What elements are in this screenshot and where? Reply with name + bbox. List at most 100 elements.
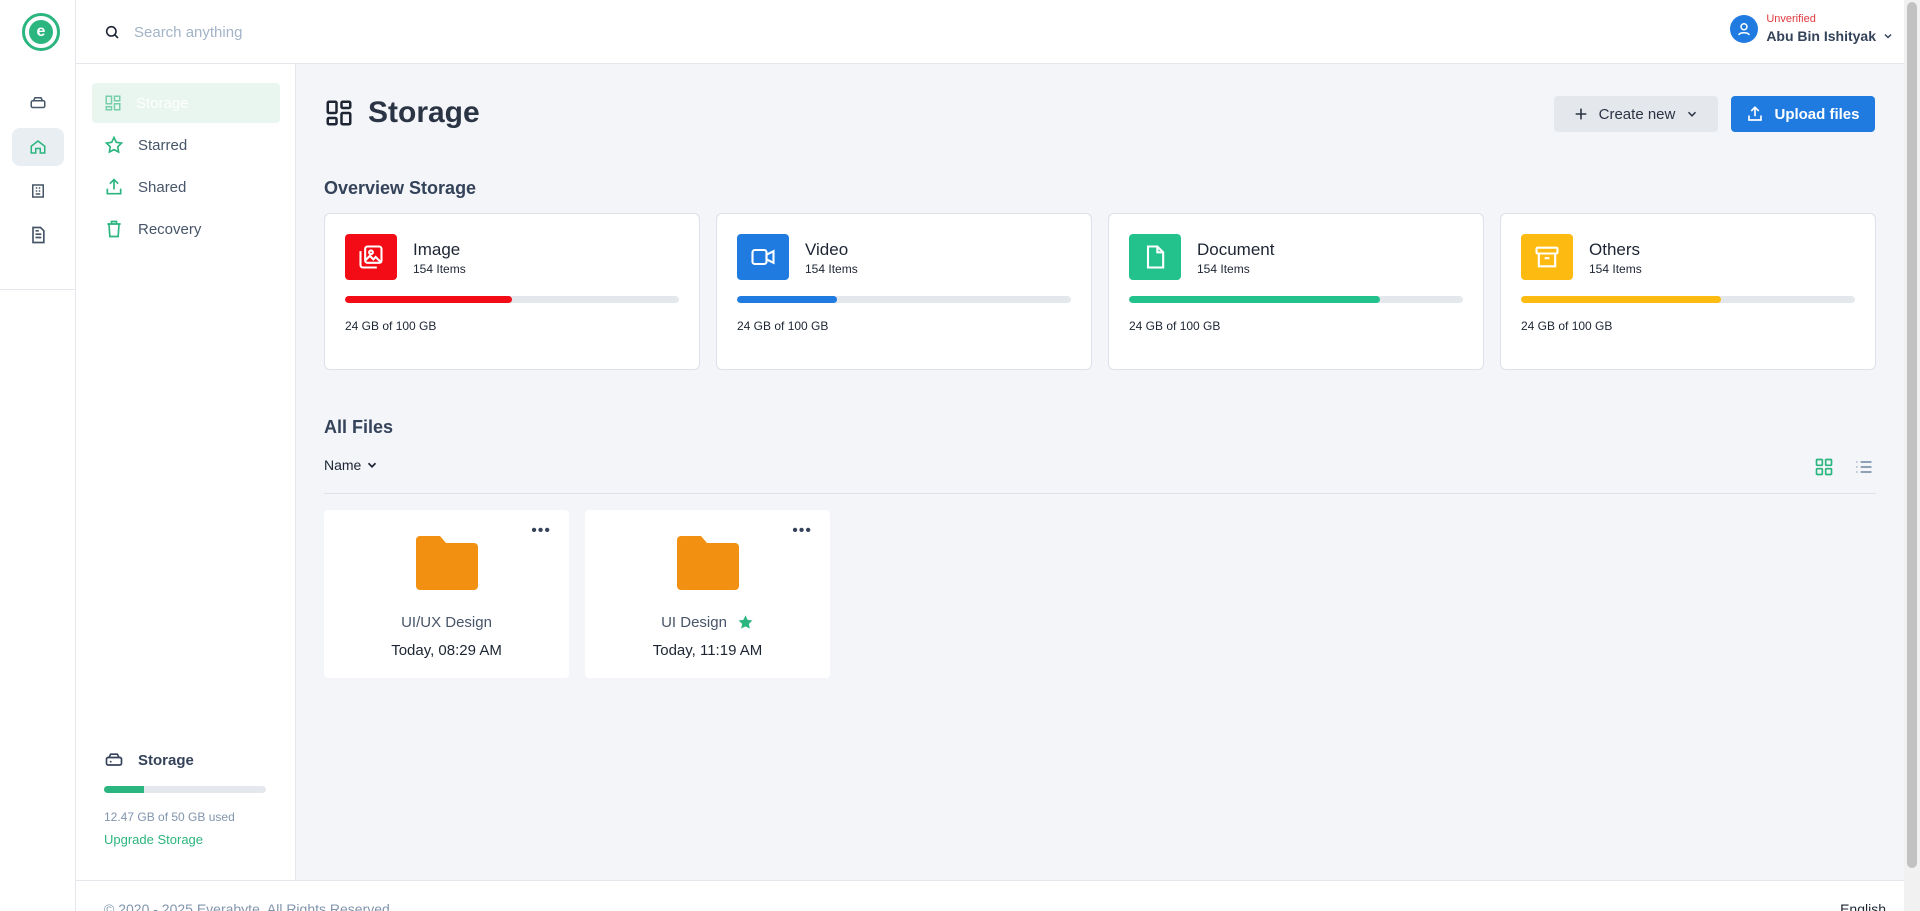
rail-drive-button[interactable]: [12, 84, 64, 122]
card-name: Others: [1589, 240, 1641, 259]
sidebar-item-label: Storage: [136, 94, 189, 112]
folder-card[interactable]: ••• UI Design Today, 11:19 AM: [585, 510, 830, 678]
share-icon: [106, 178, 122, 195]
sidebar-item-shared[interactable]: Shared: [92, 167, 280, 207]
chevron-down-icon: [368, 462, 377, 468]
list-view-icon: [1856, 461, 1872, 473]
rail-home-button[interactable]: [12, 128, 64, 166]
card-icon-box: [737, 234, 789, 280]
search-icon: [105, 25, 119, 39]
card-icon-box: [345, 234, 397, 280]
folder-name-row: UI Design: [585, 614, 830, 631]
more-options-button[interactable]: •••: [792, 522, 812, 540]
user-name-row: Abu Bin Ishityak: [1766, 26, 1894, 46]
folder-name: UI/UX Design: [401, 614, 492, 631]
file-list-icon: [32, 226, 45, 244]
sidebar-item-storage[interactable]: Storage: [92, 83, 280, 123]
card-items: 154 Items: [1197, 262, 1250, 276]
video-icon: [751, 248, 775, 266]
card-items: 154 Items: [805, 262, 858, 276]
user-status: Unverified: [1766, 13, 1816, 25]
logo-letter: e: [29, 20, 53, 44]
storage-usage-bar: [104, 786, 266, 793]
folder-icon: [416, 536, 478, 590]
folder-date: Today, 11:19 AM: [652, 642, 763, 659]
language-selector[interactable]: English: [1840, 901, 1886, 911]
plus-icon: [1575, 108, 1586, 120]
user-name: Abu Bin Ishityak: [1766, 28, 1876, 44]
app-logo[interactable]: e: [22, 13, 60, 51]
card-items: 154 Items: [1589, 262, 1642, 276]
card-progress: [737, 296, 1071, 303]
drive-icon: [105, 753, 123, 766]
top-bar: Unverified Abu Bin Ishityak: [76, 0, 1904, 64]
card-name: Video: [805, 240, 849, 259]
folder-name-row: UI/UX Design: [324, 614, 569, 631]
card-icon-box: [1129, 234, 1181, 280]
document-icon: [1146, 245, 1165, 269]
card-usage: 24 GB of 100 GB: [1129, 319, 1221, 333]
upgrade-storage-link[interactable]: Upgrade Storage: [104, 832, 270, 847]
storage-card-document[interactable]: Document 154 Items 24 GB of 100 GB: [1108, 213, 1484, 370]
scrollbar-thumb[interactable]: [1907, 2, 1917, 868]
grid-view-button[interactable]: [1814, 457, 1834, 482]
rail-documents-button[interactable]: [12, 216, 64, 254]
user-menu[interactable]: Unverified Abu Bin Ishityak: [1730, 12, 1894, 46]
card-items: 154 Items: [413, 262, 466, 276]
card-progress-fill: [1129, 296, 1380, 303]
storage-card-image[interactable]: Image 154 Items 24 GB of 100 GB: [324, 213, 700, 370]
sort-dropdown[interactable]: Name: [324, 457, 379, 473]
scrollbar[interactable]: [1904, 0, 1920, 911]
trash-icon: [107, 220, 121, 238]
image-icon: [359, 245, 383, 269]
sidebar-item-label: Starred: [138, 136, 188, 154]
folder-card[interactable]: ••• UI/UX Design Today, 08:29 AM: [324, 510, 569, 678]
folder-name: UI Design: [661, 614, 727, 631]
storage-usage-text: 12.47 GB of 50 GB used: [104, 810, 235, 824]
storage-usage-fill: [104, 786, 145, 793]
card-usage: 24 GB of 100 GB: [1521, 319, 1613, 333]
user-meta: Unverified Abu Bin Ishityak: [1766, 12, 1894, 46]
chevron-down-icon: [1688, 111, 1697, 117]
page-title: Storage: [368, 96, 480, 129]
side-nav: Storage Starred Shared Recovery Storage …: [76, 64, 296, 880]
page-header: Storage: [324, 96, 480, 130]
icon-rail: e: [0, 0, 76, 911]
create-new-button[interactable]: Create new: [1554, 96, 1718, 132]
folder-date: Today, 08:29 AM: [391, 642, 502, 659]
card-name: Document: [1197, 240, 1275, 259]
copyright-text: © 2020 - 2025 Everabyte. All Rights Rese…: [104, 901, 390, 911]
files-divider: [324, 493, 1876, 494]
storage-usage-title: Storage: [138, 751, 194, 769]
storage-card-others[interactable]: Others 154 Items 24 GB of 100 GB: [1500, 213, 1876, 370]
card-name: Image: [413, 240, 461, 259]
card-icon-box: [1521, 234, 1573, 280]
avatar: [1730, 15, 1759, 43]
card-progress: [345, 296, 679, 303]
card-progress-fill: [737, 296, 838, 303]
overview-storage-title: Overview Storage: [324, 178, 477, 198]
more-options-button[interactable]: •••: [531, 522, 551, 540]
footer: © 2020 - 2025 Everabyte. All Rights Rese…: [76, 880, 1904, 911]
star-icon: [104, 135, 124, 154]
chevron-down-icon: [1884, 33, 1892, 39]
card-progress: [1521, 296, 1855, 303]
upload-files-label: Upload files: [1774, 105, 1860, 123]
sidebar-item-recovery[interactable]: Recovery: [92, 209, 280, 249]
drive-icon: [30, 97, 46, 109]
card-progress-fill: [1521, 296, 1722, 303]
rail-buildings-button[interactable]: [12, 172, 64, 210]
search-input[interactable]: [134, 18, 534, 46]
sidebar-item-starred[interactable]: Starred: [92, 125, 280, 165]
sort-label: Name: [324, 457, 362, 473]
storage-card-video[interactable]: Video 154 Items 24 GB of 100 GB: [716, 213, 1092, 370]
upload-icon: [1748, 106, 1763, 121]
list-view-button[interactable]: [1854, 457, 1874, 482]
card-usage: 24 GB of 100 GB: [345, 319, 437, 333]
sidebar-item-label: Shared: [138, 178, 187, 196]
card-usage: 24 GB of 100 GB: [737, 319, 829, 333]
upload-files-button[interactable]: Upload files: [1731, 96, 1875, 132]
grid-view-icon: [1815, 458, 1833, 476]
user-icon: [1738, 23, 1751, 36]
home-icon: [30, 140, 46, 154]
